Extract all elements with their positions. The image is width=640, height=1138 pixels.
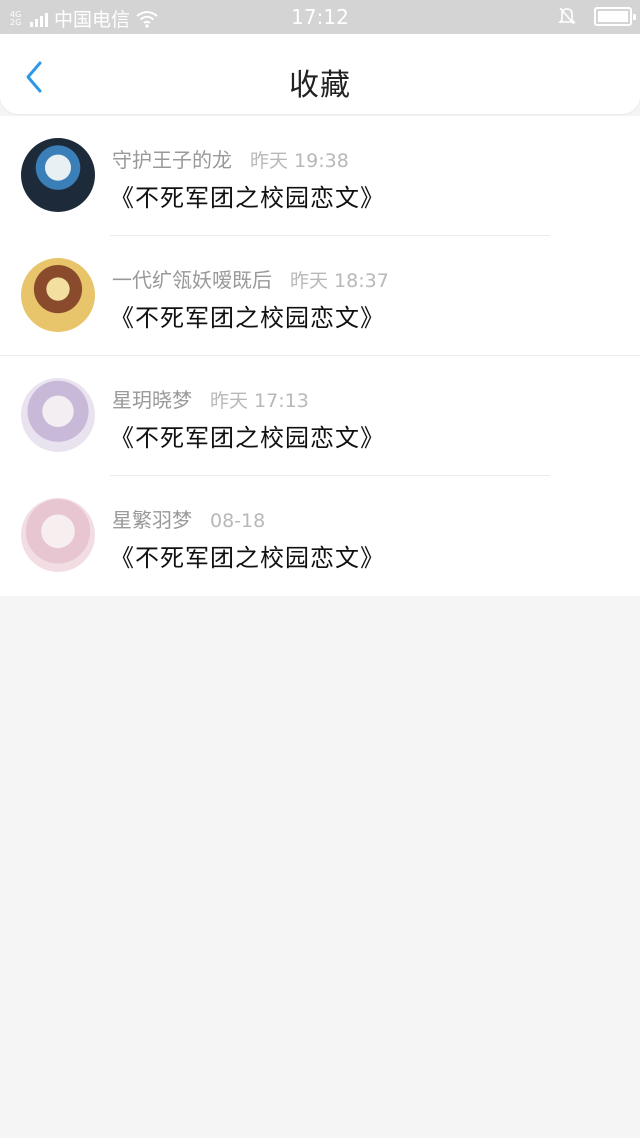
user-name[interactable]: 一代纩瓴妖嗳既后 <box>112 264 272 293</box>
favorite-row[interactable]: 守护王子的龙 昨天 19:38 《不死军团之校园恋文》 <box>0 116 640 236</box>
status-time: 17:12 <box>291 5 349 29</box>
timestamp: 昨天 19:38 <box>250 150 349 172</box>
battery-icon <box>594 6 636 26</box>
status-bar: 4G 2G 中国电信 17:12 <box>0 0 640 34</box>
timestamp: 昨天 18:37 <box>290 270 389 292</box>
favorite-row[interactable]: 一代纩瓴妖嗳既后 昨天 18:37 《不死军团之校园恋文》 <box>0 236 640 356</box>
avatar[interactable] <box>21 498 95 572</box>
status-right <box>558 6 636 26</box>
avatar[interactable] <box>21 138 95 212</box>
favorite-row[interactable]: 星玥晓梦 昨天 17:13 《不死军团之校园恋文》 <box>0 356 640 476</box>
book-title[interactable]: 《不死军团之校园恋文》 <box>110 298 385 333</box>
book-title[interactable]: 《不死军团之校园恋文》 <box>110 418 385 453</box>
book-title[interactable]: 《不死军团之校园恋文》 <box>110 178 385 213</box>
avatar[interactable] <box>21 258 95 332</box>
favorite-row[interactable]: 星繁羽梦 08-18 《不死军团之校园恋文》 <box>0 476 640 596</box>
user-name[interactable]: 星玥晓梦 <box>112 384 192 413</box>
user-name[interactable]: 星繁羽梦 <box>112 504 192 533</box>
page-title: 收藏 <box>289 68 351 103</box>
book-title[interactable]: 《不死军团之校园恋文》 <box>110 538 385 573</box>
favorites-list: 守护王子的龙 昨天 19:38 《不死军团之校园恋文》 一代纩瓴妖嗳既后 昨天 … <box>0 116 640 596</box>
mute-bell-icon <box>558 7 576 25</box>
user-name[interactable]: 守护王子的龙 <box>112 144 232 173</box>
avatar[interactable] <box>21 378 95 452</box>
header-bar: 收藏 <box>0 34 640 114</box>
timestamp: 08-18 <box>210 510 266 532</box>
timestamp: 昨天 17:13 <box>210 390 309 412</box>
